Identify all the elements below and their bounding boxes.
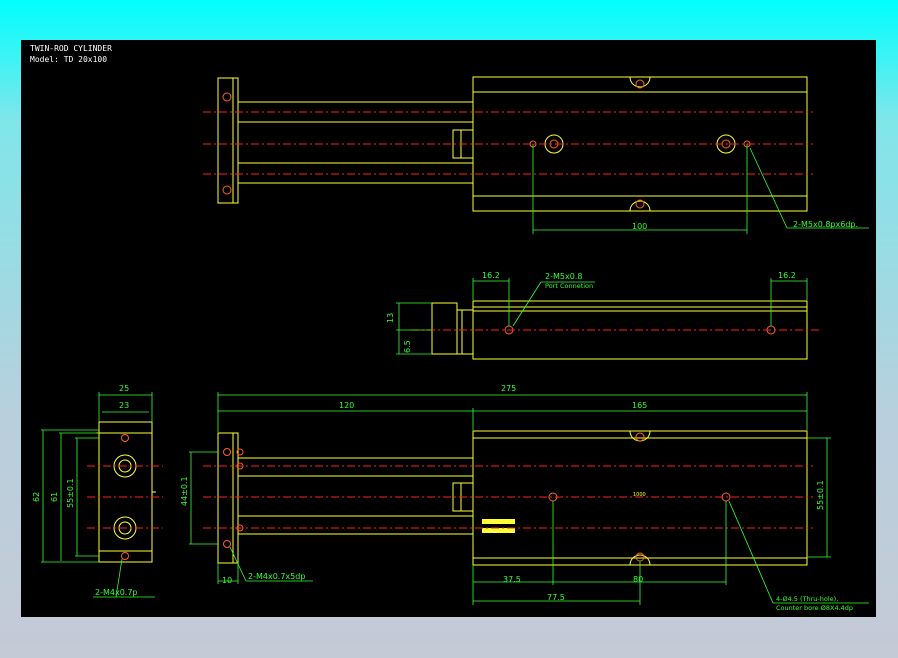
dim-6-5: 6.5: [403, 340, 412, 353]
cad-drawing: 100 2-M5x0.8px6dp. 16.2 16.2 2-M5x0.8 Po…: [32, 76, 869, 612]
dim-77-5: 77.5: [547, 593, 565, 602]
dim-275: 275: [501, 384, 516, 393]
label-m4-left: 2-M4x0.7p: [95, 588, 138, 597]
dim-120: 120: [339, 401, 354, 410]
label-thru-hole: 4-Ø4.5 (Thru-hole),: [776, 595, 838, 603]
dim-165: 165: [632, 401, 647, 410]
dim-16-2-right: 16.2: [778, 271, 796, 280]
dim-44: 44±0.1: [180, 476, 189, 506]
dim-55-left: 55±0.1: [66, 478, 75, 508]
label-m4-tap: 2-M4x0.7x5dp: [248, 572, 305, 581]
dim-100: 100: [632, 222, 647, 231]
label-counter-bore: Counter bore Ø8X4.4dp: [776, 604, 853, 612]
dim-80: 80: [633, 575, 643, 584]
drawing-sheet: TWIN-ROD CYLINDER Model: TD 20x100 100 2…: [21, 40, 876, 617]
label-m5-port: 2-M5x0.8: [545, 272, 582, 281]
dim-23: 23: [119, 401, 129, 410]
label-port-connection: Port Connetion: [545, 282, 593, 290]
top-view: 100 2-M5x0.8px6dp.: [203, 76, 869, 234]
dim-62: 62: [32, 492, 41, 502]
side-view: 16.2 16.2 2-M5x0.8 Port Connetion 13 6.5: [386, 271, 821, 360]
dim-25: 25: [119, 384, 129, 393]
front-view: 1000 275 120 165 55±0.1 44±0.1 10 2-M4x0…: [180, 384, 869, 612]
dim-16-2-left: 16.2: [482, 271, 500, 280]
dim-13: 13: [386, 313, 395, 323]
label-m5-depth: 2-M5x0.8px6dp.: [793, 220, 858, 229]
dim-10: 10: [222, 576, 232, 585]
dim-61: 61: [50, 492, 59, 502]
dim-37-5: 37.5: [503, 575, 521, 584]
end-view: 25 23 62 61 55±0.1 2-M4x0.7p: [32, 384, 163, 598]
dim-55-right: 55±0.1: [816, 480, 825, 510]
